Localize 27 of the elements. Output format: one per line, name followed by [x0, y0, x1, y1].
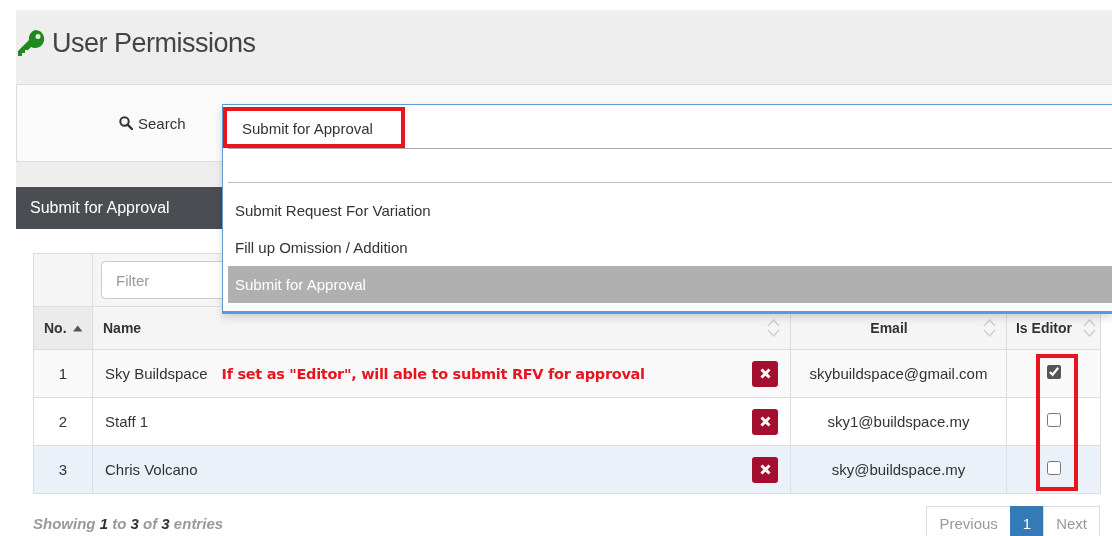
email-cell: sky@buildspace.my	[790, 445, 1007, 494]
close-icon	[759, 368, 771, 379]
section-title: Submit for Approval	[30, 199, 170, 217]
close-icon	[759, 464, 771, 475]
number-cell: 2	[33, 397, 93, 446]
close-icon	[759, 416, 771, 427]
editor-checkbox[interactable]	[1046, 413, 1061, 427]
annotation-text: If set as "Editor", will able to submit RFV for approval	[221, 365, 645, 382]
delete-button[interactable]	[752, 408, 778, 435]
name-text: Chris Volcano	[105, 461, 198, 478]
name-text: Staff 1	[105, 413, 149, 430]
editor-checkbox[interactable]	[1046, 461, 1061, 475]
key-icon	[16, 28, 46, 58]
editor-checkbox[interactable]	[1046, 365, 1061, 379]
delete-button[interactable]	[752, 456, 778, 483]
email-cell: sky1@buildspace.my	[790, 397, 1007, 446]
search-label: Search	[119, 114, 186, 132]
page-title: User Permissions	[52, 27, 256, 59]
number-cell: 3	[33, 445, 93, 494]
name-text: Sky Buildspace	[105, 365, 208, 382]
column-header[interactable]: No.	[33, 306, 93, 350]
search-value[interactable]: Submit for Approval	[242, 119, 373, 137]
number-cell: 1	[33, 349, 93, 398]
entries-summary: Showing 1 to 3 of 3 entries	[33, 514, 224, 532]
search-icon	[119, 116, 133, 130]
email-cell: skybuildspace@gmail.com	[790, 349, 1007, 398]
delete-button[interactable]	[752, 360, 778, 387]
